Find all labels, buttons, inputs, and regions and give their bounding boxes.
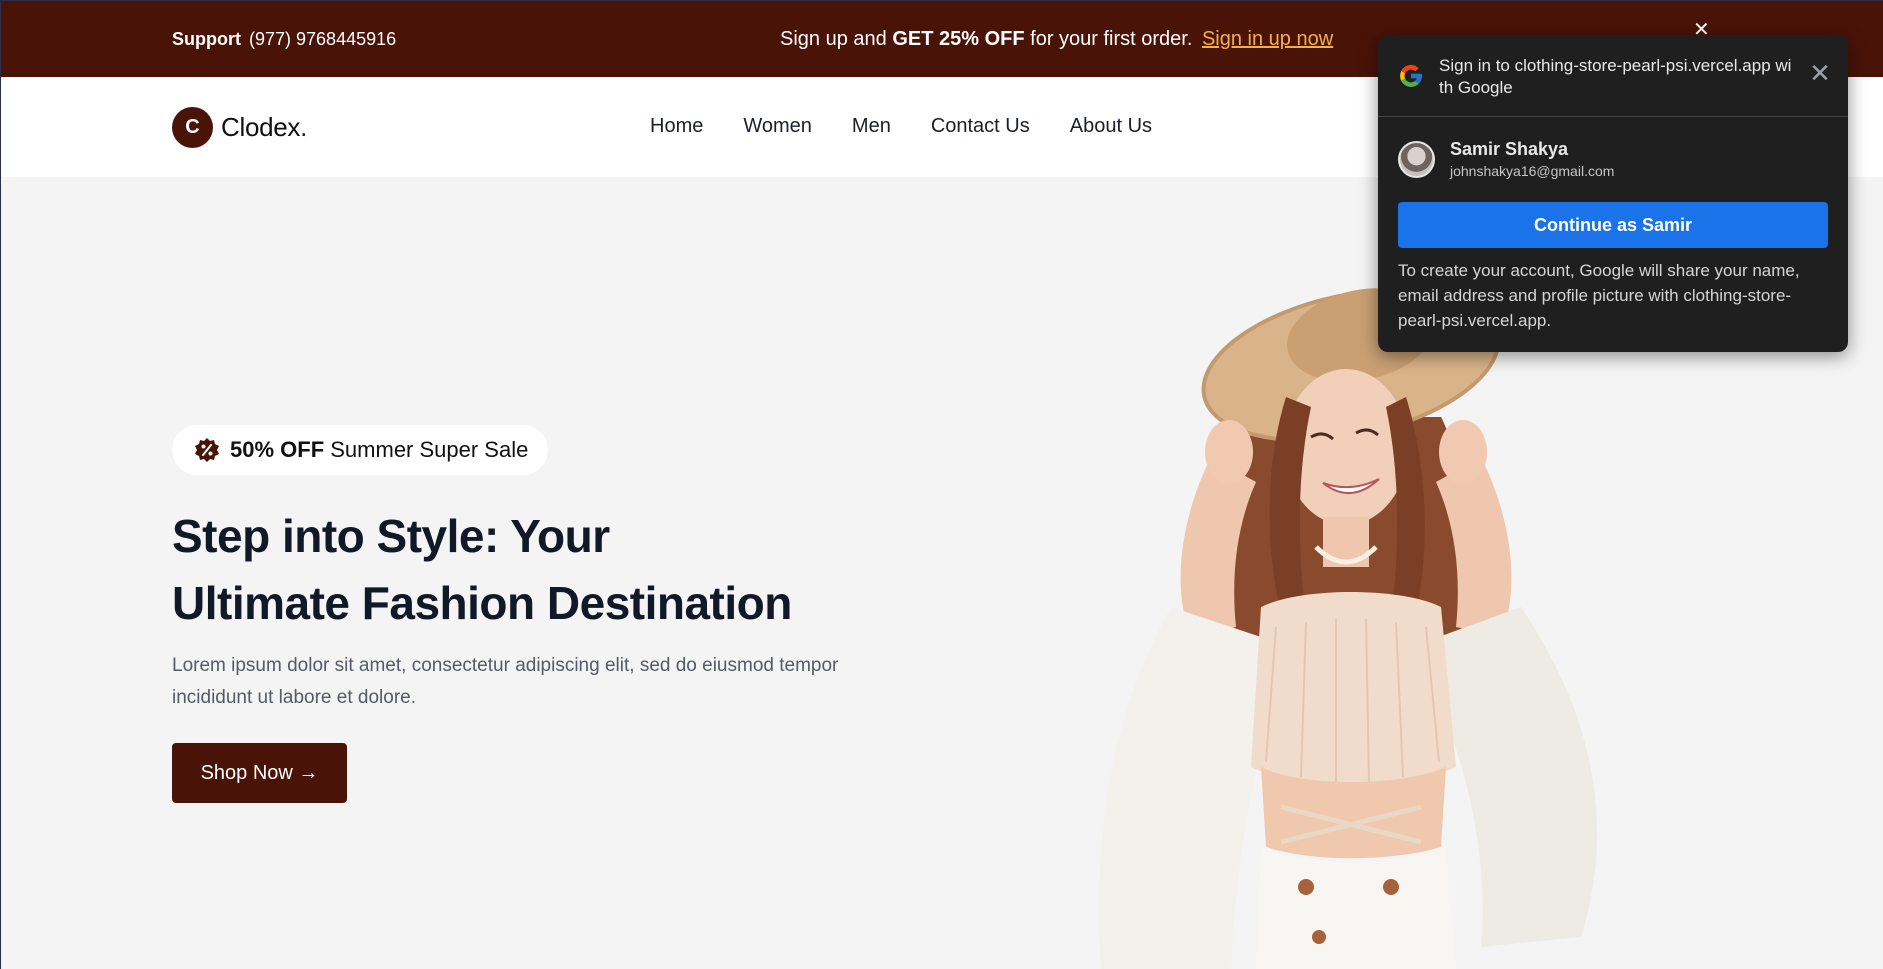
hero-title: Step into Style: Your Ultimate Fashion D… bbox=[172, 503, 932, 637]
popup-title: Sign in to clothing-store-pearl-psi.verc… bbox=[1439, 56, 1792, 97]
promo-highlight: GET 25% OFF bbox=[892, 28, 1025, 50]
avatar bbox=[1398, 140, 1435, 178]
nav-links: Home Women Men Contact Us About Us bbox=[650, 115, 1152, 138]
badge-label: Summer Super Sale bbox=[324, 437, 529, 462]
nav-link-men[interactable]: Men bbox=[852, 115, 891, 138]
nav-link-women[interactable]: Women bbox=[743, 115, 812, 138]
privacy-disclaimer: To create your account, Google will shar… bbox=[1398, 261, 1800, 330]
brand-logo[interactable]: C Clodex. bbox=[172, 107, 307, 148]
continue-button[interactable]: Continue as Samir bbox=[1398, 202, 1828, 248]
hero-description: Lorem ipsum dolor sit amet, consectetur … bbox=[172, 655, 839, 708]
logo-text: Clodex. bbox=[221, 112, 307, 143]
google-signin-popup: Sign in to clothing-store-pearl-psi.verc… bbox=[1378, 35, 1848, 352]
account-name: Samir Shakya bbox=[1450, 139, 1569, 159]
nav-link-home[interactable]: Home bbox=[650, 115, 703, 138]
popup-header: Sign in to clothing-store-pearl-psi.verc… bbox=[1378, 35, 1848, 117]
logo-name: Clodex bbox=[221, 112, 301, 142]
hero-title-line2: Ultimate Fashion Destination bbox=[172, 577, 792, 629]
google-logo-icon bbox=[1400, 65, 1422, 87]
discount-badge-icon bbox=[195, 438, 219, 462]
support-phone: (977) 9768445916 bbox=[249, 29, 397, 49]
nav-link-contact[interactable]: Contact Us bbox=[931, 115, 1030, 138]
badge-discount: 50% OFF bbox=[230, 437, 325, 462]
signup-link[interactable]: Sign in up now bbox=[1202, 28, 1333, 50]
account-row[interactable]: Samir Shakya johnshakya16@gmail.com bbox=[1398, 139, 1614, 179]
hero-title-line1: Step into Style: Your bbox=[172, 510, 610, 562]
promo-message: Sign up and GET 25% OFF for your first o… bbox=[780, 28, 1333, 51]
logo-mark: C bbox=[172, 107, 213, 148]
hero-model-image bbox=[1099, 287, 1598, 969]
sale-badge: 50% OFF Summer Super Sale bbox=[172, 425, 549, 475]
promo-suffix: for your first order. bbox=[1024, 28, 1198, 50]
shop-now-button[interactable]: Shop Now → bbox=[172, 743, 347, 803]
support-info: Support (977) 9768445916 bbox=[172, 29, 396, 50]
badge-text: 50% OFF Summer Super Sale bbox=[230, 437, 528, 463]
promo-prefix: Sign up and bbox=[780, 28, 893, 50]
account-info: Samir Shakya johnshakya16@gmail.com bbox=[1450, 139, 1614, 179]
support-label: Support bbox=[172, 29, 241, 49]
logo-dot: . bbox=[300, 112, 308, 142]
account-email: johnshakya16@gmail.com bbox=[1450, 163, 1615, 179]
nav-link-about[interactable]: About Us bbox=[1070, 115, 1152, 138]
close-icon[interactable]: ✕ bbox=[1806, 59, 1834, 87]
